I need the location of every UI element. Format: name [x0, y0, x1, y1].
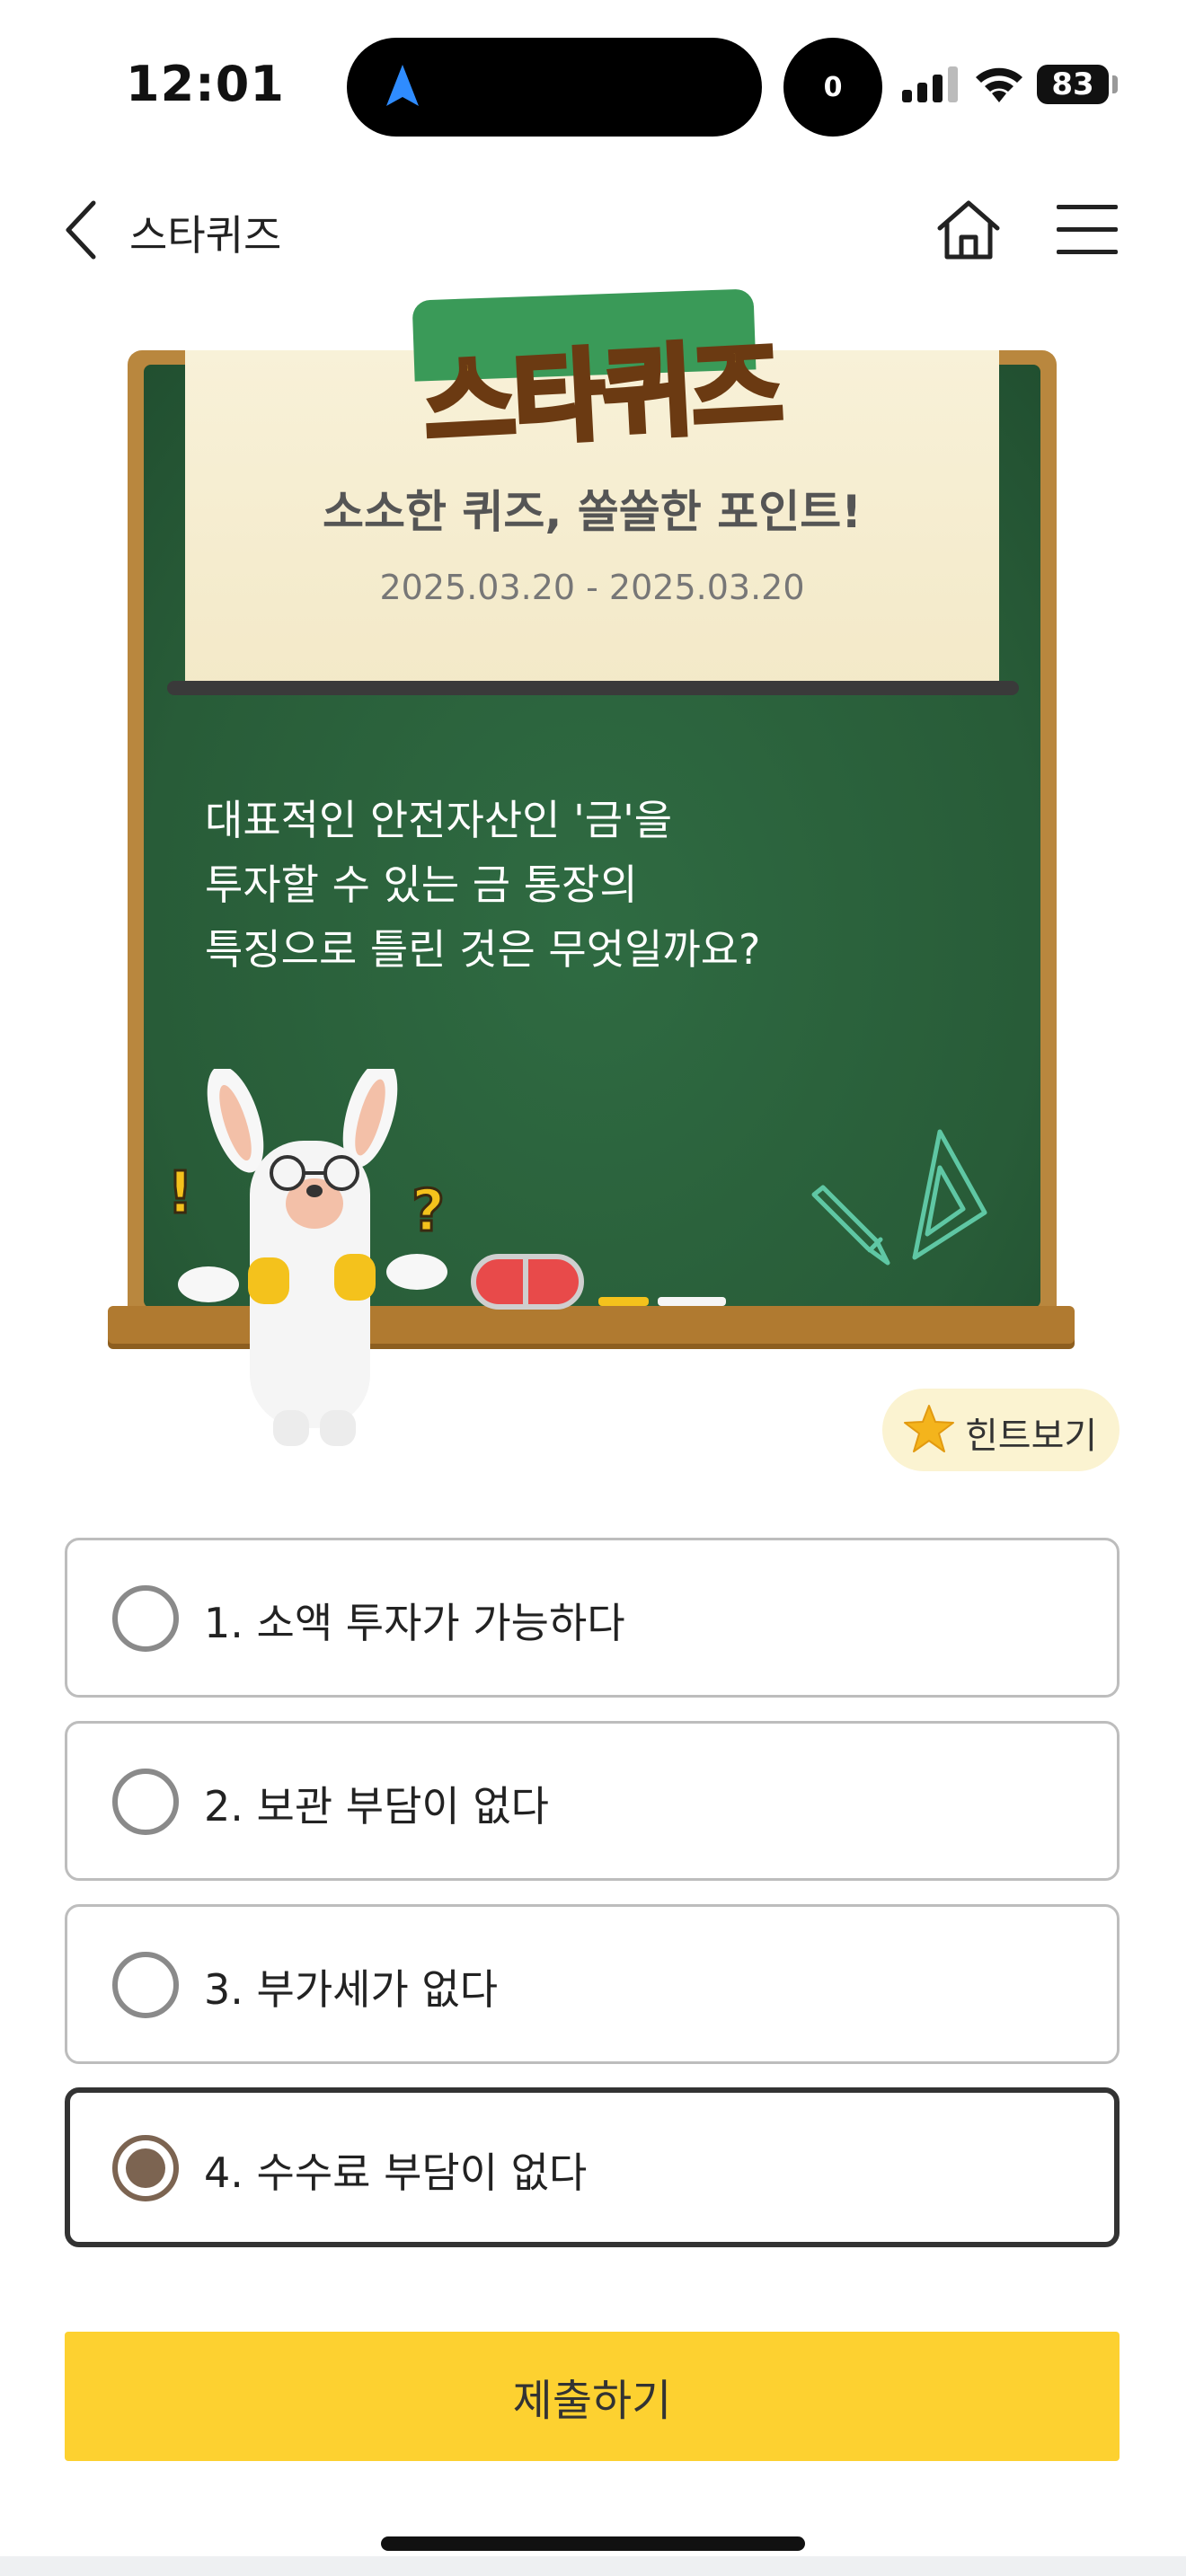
radio-selected-dot	[126, 2148, 165, 2188]
answer-option-label: 1. 소액 투자가 가능하다	[204, 1599, 625, 1647]
home-indicator[interactable]	[381, 2536, 805, 2551]
star-icon	[904, 1405, 954, 1452]
chalk-doodles-icon	[811, 1129, 987, 1266]
cellular-signal-icon	[902, 66, 958, 102]
star-quiz-logo: 스타퀴즈	[419, 326, 786, 465]
answer-option-label: 2. 보관 부담이 없다	[204, 1782, 549, 1831]
hint-label: 힌트보기	[965, 1416, 1098, 1457]
chevron-left-icon[interactable]	[61, 199, 101, 260]
hamburger-menu-icon[interactable]	[1057, 203, 1120, 257]
submit-button[interactable]: 제출하기	[65, 2332, 1120, 2461]
bottom-safe-area	[0, 2556, 1186, 2576]
question-line-3: 특징으로 틀린 것은 무엇일까요?	[205, 925, 761, 974]
answer-option-2[interactable]: 2. 보관 부담이 없다	[65, 1721, 1120, 1881]
hint-button[interactable]: 힌트보기	[882, 1389, 1120, 1471]
question-line-2: 투자할 수 있는 금 통장의	[205, 860, 638, 909]
status-time: 12:01	[126, 56, 285, 112]
alpaca-mascot-icon: ! ?	[166, 1069, 447, 1446]
svg-text:!: !	[167, 1160, 193, 1227]
answer-option-4[interactable]: 4. 수수료 부담이 없다	[65, 2087, 1120, 2247]
answer-option-1[interactable]: 1. 소액 투자가 가능하다	[65, 1538, 1120, 1698]
radio-button[interactable]	[112, 1952, 179, 2018]
radio-button[interactable]	[112, 1585, 179, 1652]
yellow-chalk	[598, 1297, 649, 1306]
notification-count-badge: 0	[783, 38, 882, 137]
answer-option-label: 3. 부가세가 없다	[204, 1965, 499, 2014]
event-dates: 2025.03.20 - 2025.03.20	[379, 568, 805, 607]
white-chalk	[658, 1297, 726, 1306]
battery-indicator: 83	[1037, 65, 1109, 104]
scroll-rod	[167, 681, 1019, 695]
banner-subtitle: 소소한 퀴즈, 쏠쏠한 포인트!	[322, 486, 863, 538]
radio-button-selected[interactable]	[112, 2135, 179, 2201]
home-icon[interactable]	[934, 198, 1003, 262]
dynamic-island	[347, 38, 762, 137]
answer-option-label: 4. 수수료 부담이 없다	[204, 2148, 588, 2197]
location-arrow-icon	[386, 65, 419, 106]
radio-button[interactable]	[112, 1769, 179, 1835]
answer-option-3[interactable]: 3. 부가세가 없다	[65, 1904, 1120, 2064]
battery-tip	[1112, 75, 1118, 93]
page-title: 스타퀴즈	[129, 211, 282, 260]
svg-text:?: ?	[412, 1178, 445, 1245]
wifi-icon	[976, 67, 1022, 102]
eraser-graphic	[471, 1254, 584, 1310]
question-line-1: 대표적인 안전자산인 '금'을	[205, 796, 673, 844]
